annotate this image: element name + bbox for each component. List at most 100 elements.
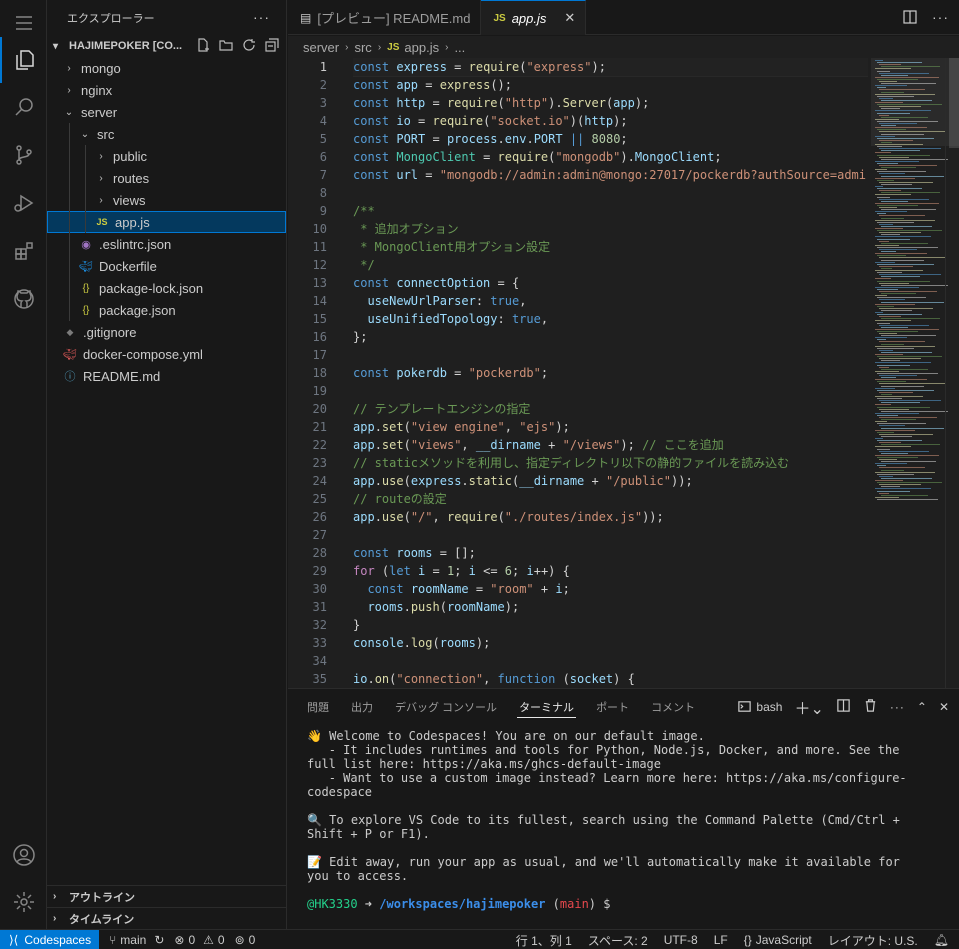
code-line[interactable]: const app = express();	[353, 76, 868, 94]
breadcrumb-symbol[interactable]: ...	[454, 40, 465, 55]
trash-icon[interactable]	[863, 698, 878, 716]
tree-item[interactable]: {} package-lock.json	[47, 277, 286, 299]
scrollbar-thumb[interactable]	[949, 58, 959, 148]
editor-scrollbar[interactable]	[945, 58, 959, 688]
search-icon[interactable]	[0, 84, 47, 130]
close-icon[interactable]: ✕	[564, 10, 575, 26]
code-line[interactable]: rooms.push(roomName);	[353, 598, 868, 616]
cursor-position[interactable]: 行 1、列 1	[516, 932, 572, 949]
split-terminal-icon[interactable]	[836, 698, 851, 716]
ports-status[interactable]: ⊚ 0	[235, 933, 256, 947]
code-line[interactable]: io.on("connection", function (socket) {	[353, 670, 868, 688]
tab-output[interactable]: 出力	[351, 689, 373, 724]
more-actions-icon[interactable]: ···	[253, 9, 270, 25]
problems-status[interactable]: ⊗ 0 ⚠ 0	[174, 933, 224, 947]
encoding[interactable]: UTF-8	[664, 933, 698, 947]
code-line[interactable]	[353, 526, 868, 544]
code-line[interactable]: const MongoClient = require("mongodb").M…	[353, 148, 868, 166]
tree-item[interactable]: › views	[47, 189, 286, 211]
remote-indicator[interactable]: ⟩⟨ Codespaces	[0, 929, 100, 949]
run-debug-icon[interactable]	[0, 180, 47, 226]
code-line[interactable]: const express = require("express");	[353, 58, 868, 77]
code-line[interactable]: const url = "mongodb://admin:admin@mongo…	[353, 166, 868, 184]
tree-item[interactable]: 🐳︎ Dockerfile	[47, 255, 286, 277]
more-actions-icon[interactable]: ···	[890, 700, 905, 714]
tree-item[interactable]: 🐳︎ docker-compose.yml	[47, 343, 286, 365]
github-icon[interactable]	[0, 276, 47, 322]
collapse-all-icon[interactable]	[264, 37, 280, 53]
tab-debug-console[interactable]: デバッグ コンソール	[395, 689, 497, 724]
code-line[interactable]: app.set("views", __dirname + "/views"); …	[353, 436, 868, 454]
tab-comments[interactable]: コメント	[651, 689, 695, 724]
breadcrumb-src[interactable]: src	[354, 40, 371, 55]
code-line[interactable]: app.set("view engine", "ejs");	[353, 418, 868, 436]
tree-item[interactable]: › mongo	[47, 57, 286, 79]
code-line[interactable]: app.use("/", require("./routes/index.js"…	[353, 508, 868, 526]
code-lines[interactable]: const express = require("express"); const…	[353, 58, 868, 688]
breadcrumb-file[interactable]: app.js	[404, 40, 439, 55]
tab-app-js[interactable]: JS app.js ✕	[481, 0, 587, 35]
code-line[interactable]: app.use(express.static(__dirname + "/pub…	[353, 472, 868, 490]
branch-status[interactable]: ⑂ main ↻	[109, 933, 164, 947]
new-file-icon[interactable]	[195, 37, 211, 53]
code-line[interactable]: const rooms = [];	[353, 544, 868, 562]
tab-problems[interactable]: 問題	[307, 689, 329, 724]
code-line[interactable]: // テンプレートエンジンの指定	[353, 400, 868, 418]
code-line[interactable]: // staticメソッドを利用し、指定ディレクトリ以下の静的ファイルを読み込む	[353, 454, 868, 472]
refresh-icon[interactable]	[241, 37, 257, 53]
tab-terminal[interactable]: ターミナル	[517, 689, 577, 724]
more-actions-icon[interactable]: ···	[932, 9, 949, 28]
code-line[interactable]: useNewUrlParser: true,	[353, 292, 868, 310]
code-line[interactable]: const pokerdb = "pockerdb";	[353, 364, 868, 382]
code-editor[interactable]: 1 2 3 4 5 6 7 8 9 10 11 12 13 14 15 16 17 18 19 20 21 22 23 24 2…	[288, 58, 959, 688]
code-line[interactable]: }	[353, 616, 868, 634]
settings-gear-icon[interactable]	[0, 879, 47, 925]
code-line[interactable]: const roomName = "room" + i;	[353, 580, 868, 598]
terminal-shell-selector[interactable]: bash	[737, 699, 782, 714]
end-of-line[interactable]: LF	[714, 933, 728, 947]
code-line[interactable]	[353, 184, 868, 202]
code-line[interactable]	[353, 382, 868, 400]
code-line[interactable]: * 追加オプション	[353, 220, 868, 238]
tree-item[interactable]: › nginx	[47, 79, 286, 101]
code-line[interactable]: for (let i = 1; i <= 6; i++) {	[353, 562, 868, 580]
extensions-icon[interactable]	[0, 228, 47, 274]
breadcrumb-server[interactable]: server	[303, 40, 339, 55]
new-terminal-icon[interactable]: ＋⌄	[794, 695, 823, 719]
tree-item[interactable]: JS app.js	[47, 211, 286, 233]
code-line[interactable]: const http = require("http").Server(app)…	[353, 94, 868, 112]
outline-section[interactable]: › アウトライン	[47, 885, 287, 907]
tab-readme-preview[interactable]: ▤ [プレビュー] README.md	[288, 0, 482, 35]
explorer-icon[interactable]	[0, 37, 47, 83]
tree-item[interactable]: ⌄ src	[47, 123, 286, 145]
account-icon[interactable]	[0, 832, 47, 878]
split-editor-icon[interactable]	[902, 9, 918, 28]
keyboard-layout[interactable]: レイアウト: U.S.	[828, 932, 918, 949]
tree-item[interactable]: ◆ .gitignore	[47, 321, 286, 343]
code-line[interactable]: const io = require("socket.io")(http);	[353, 112, 868, 130]
terminal-output[interactable]: 👋 Welcome to Codespaces! You are on our …	[307, 729, 919, 911]
code-line[interactable]: /**	[353, 202, 868, 220]
code-line[interactable]: };	[353, 328, 868, 346]
bell-icon[interactable]: 🔔︎	[934, 933, 949, 947]
code-line[interactable]: console.log(rooms);	[353, 634, 868, 652]
language-mode[interactable]: {} JavaScript	[744, 933, 812, 947]
tree-item[interactable]: ⓘ README.md	[47, 365, 286, 387]
code-line[interactable]: const PORT = process.env.PORT || 8080;	[353, 130, 868, 148]
code-line[interactable]: */	[353, 256, 868, 274]
project-header[interactable]: ▾ HAJIMEPOKER [CO...	[47, 35, 286, 57]
tree-item[interactable]: › public	[47, 145, 286, 167]
sync-icon[interactable]: ↻	[154, 933, 164, 947]
source-control-icon[interactable]	[0, 132, 47, 178]
code-line[interactable]	[353, 652, 868, 670]
code-line[interactable]: const connectOption = {	[353, 274, 868, 292]
indentation[interactable]: スペース: 2	[588, 932, 648, 949]
tree-item[interactable]: ⌄ server	[47, 101, 286, 123]
code-line[interactable]	[353, 346, 868, 364]
timeline-section[interactable]: › タイムライン	[47, 907, 287, 929]
code-line[interactable]: * MongoClient用オプション設定	[353, 238, 868, 256]
tree-item[interactable]: › routes	[47, 167, 286, 189]
code-line[interactable]: useUnifiedTopology: true,	[353, 310, 868, 328]
tab-ports[interactable]: ポート	[596, 689, 629, 724]
new-folder-icon[interactable]	[218, 37, 234, 53]
